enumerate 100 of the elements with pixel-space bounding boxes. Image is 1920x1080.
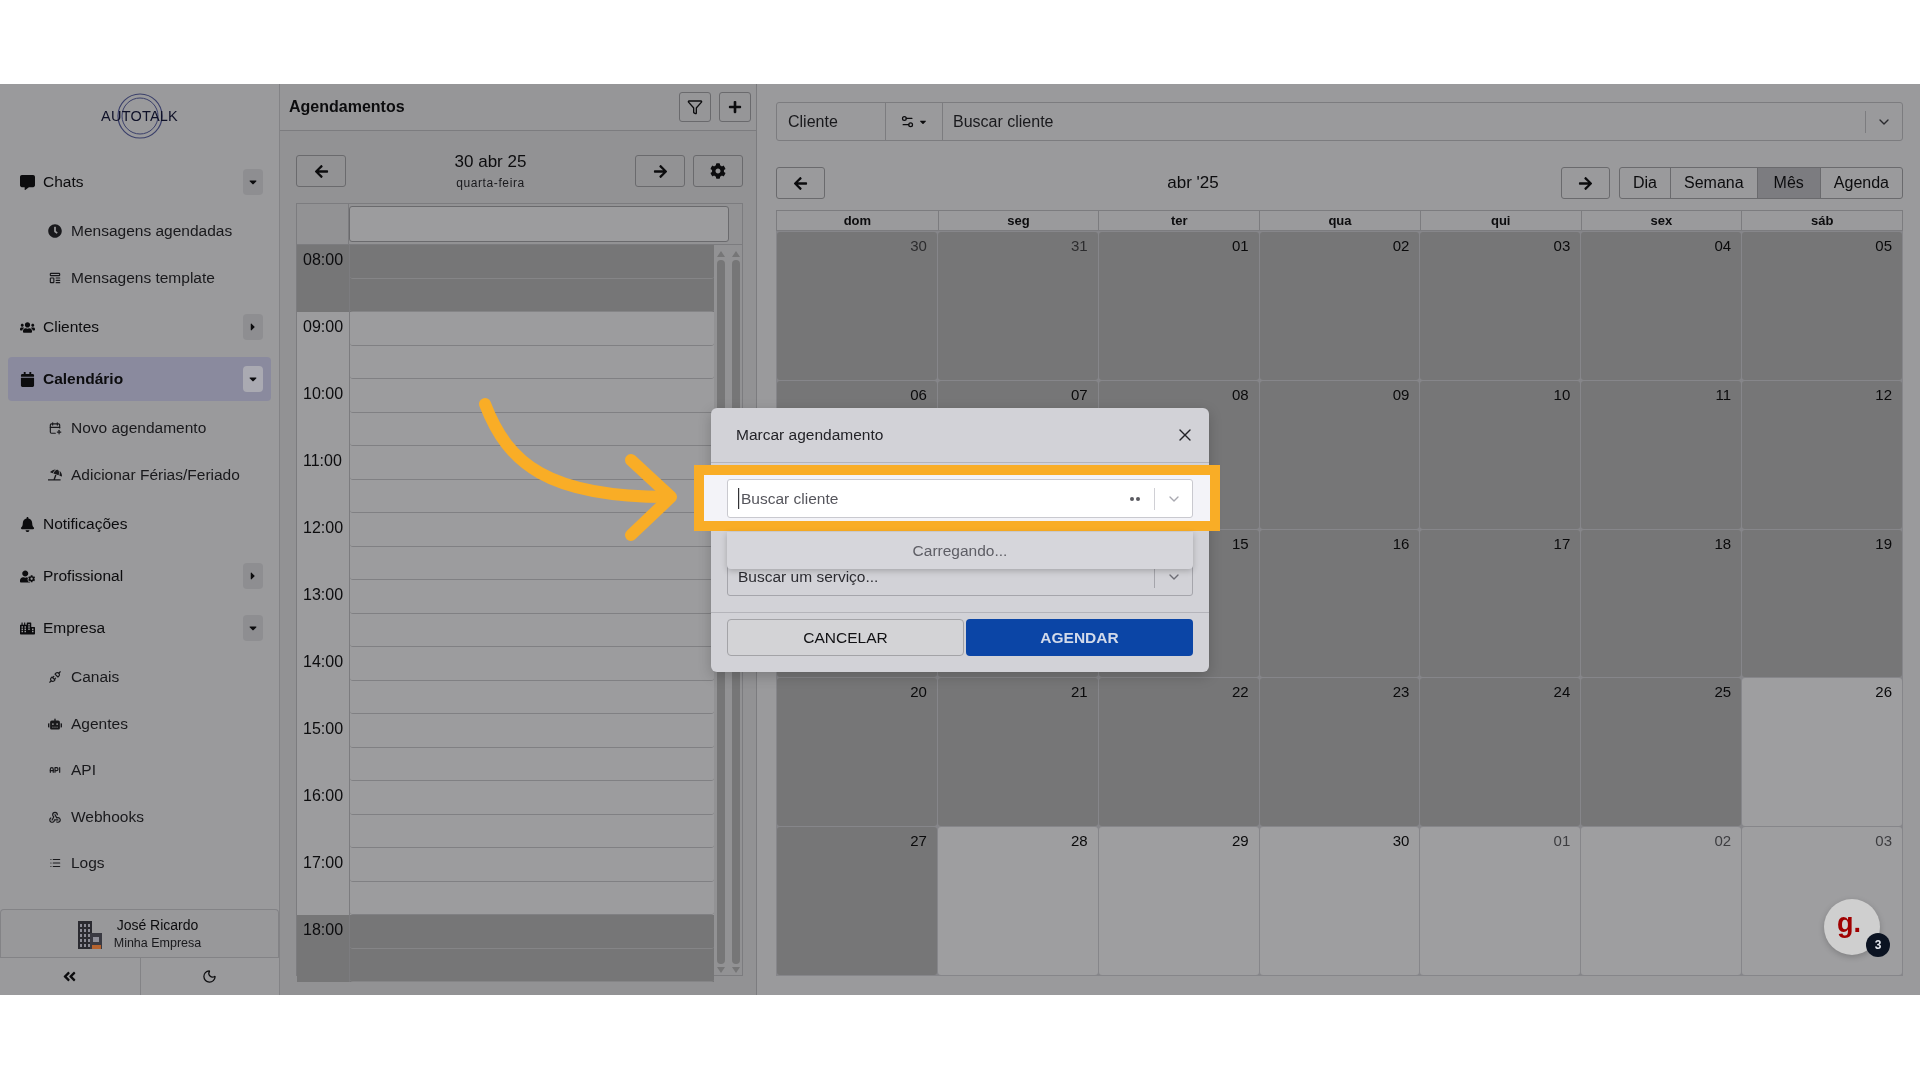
dialog-title: Marcar agendamento [736,426,884,444]
nav-item[interactable]: Clientes [8,305,271,349]
day-number: 03 [1875,832,1892,850]
day-cell[interactable]: 02 [1581,827,1742,975]
nav-subitem[interactable]: Adicionar Férias/Feriado [8,451,271,498]
previous-month-button[interactable] [776,167,825,199]
weekday-header: ter [1098,211,1260,230]
nav-item[interactable]: Empresa [8,606,271,650]
nav-subitem[interactable]: Agentes [8,700,271,747]
filter-icon [687,99,703,115]
submit-button[interactable]: AGENDAR [966,619,1193,656]
day-number: 18 [1714,534,1732,552]
day-number: 15 [1231,534,1249,552]
user-name: José Ricardo [116,917,199,933]
nav-subitem[interactable]: Canais [8,654,271,701]
day-number: 28 [1071,832,1088,850]
field-label: Cliente [777,103,886,140]
settings-icon [710,163,726,179]
view-tab[interactable]: Mês [1756,168,1820,198]
double-chevron-left-icon [62,969,78,984]
day-number: 05 [1875,237,1892,254]
arrow-right-icon [1578,175,1593,191]
nav-item[interactable]: Profissional [8,554,271,598]
expand-toggle-button[interactable] [243,615,263,641]
view-tab[interactable]: Agenda [1819,168,1902,198]
weekday-header: seg [937,211,1099,230]
day-number: 29 [1231,832,1249,850]
moon-icon [202,969,218,984]
calendar-icon [20,371,35,387]
day-cell[interactable]: 26 [1742,678,1902,827]
current-date: 30 abr 25 [454,152,527,172]
day-cell[interactable]: 28 [937,827,1098,975]
day-cell[interactable]: 01 [1420,827,1581,975]
chat-bubble-icon [20,174,35,190]
nav-subitem[interactable]: Logs [8,840,271,887]
day-number: 24 [1553,683,1571,701]
time-label: 10:00 [303,385,344,403]
cancel-button[interactable]: CANCELAR [727,619,964,656]
day-cell[interactable]: 29 [1098,827,1259,975]
bell-icon [20,516,35,532]
day-number: 25 [1714,683,1732,701]
sliders-icon [900,114,915,129]
building-icon [77,918,102,949]
day-number: 01 [1231,237,1249,254]
day-cell[interactable]: 30 [1259,827,1420,975]
nav-item[interactable]: Notificações [8,502,271,546]
day-number: 21 [1071,683,1088,701]
nav-subitem[interactable]: API [8,747,271,794]
day-number: 07 [1071,385,1088,403]
day-number: 08 [1231,385,1249,403]
user-gear-icon [20,568,35,584]
webhook-icon [48,809,62,824]
expand-toggle-button[interactable] [243,563,263,589]
day-number: 02 [1714,832,1732,850]
client-search-field[interactable]: Buscar cliente [727,479,1193,518]
expand-toggle-button[interactable] [243,314,263,340]
filter-button[interactable] [679,92,711,122]
logo-text: AUTOTALK [101,108,178,124]
plus-icon [728,100,742,114]
weekday-header: qua [1259,211,1420,230]
time-label: 13:00 [303,586,344,604]
weekday-label: quarta-feira [456,176,525,190]
nav-subitem[interactable]: Mensagens template [8,254,271,301]
time-label: 14:00 [303,653,344,671]
day-number: 31 [1071,237,1088,254]
day-number: 04 [1714,237,1732,254]
time-label: 17:00 [303,854,344,872]
day-number: 30 [1392,832,1410,850]
day-number: 10 [1553,385,1571,403]
expand-toggle-button[interactable] [243,366,263,392]
day-number: 02 [1392,237,1410,254]
nav-subitem[interactable]: Novo agendamento [8,405,271,452]
weekday-header: sex [1580,211,1742,230]
settings-button[interactable] [693,155,743,187]
user-card[interactable]: José Ricardo Minha Empresa [0,909,279,957]
nav-item[interactable]: Calendário [8,357,271,401]
nav-item[interactable]: Chats [8,160,271,204]
nav-subitem[interactable]: Webhooks [8,793,271,840]
nav-subitem[interactable]: Mensagens agendadas [8,208,271,255]
next-month-button[interactable] [1561,167,1610,199]
client-search-field[interactable]: Buscar cliente [943,103,1902,140]
day-number: 19 [1875,534,1892,552]
next-day-button[interactable] [635,155,685,187]
day-number: 26 [1875,683,1892,701]
day-number: 30 [910,237,927,254]
layout-icon [48,270,62,285]
time-label: 16:00 [303,787,344,805]
view-tab[interactable]: Dia [1620,168,1670,198]
previous-day-button[interactable] [296,155,346,187]
weekday-header: dom [842,212,873,230]
view-tab[interactable]: Semana [1670,168,1757,198]
beach-umbrella-icon [48,467,62,482]
all-day-slot[interactable] [349,206,729,242]
add-button[interactable] [719,92,751,122]
arrow-left-icon [313,163,329,179]
expand-toggle-button[interactable] [243,169,263,195]
day-number: 22 [1231,683,1249,701]
time-label: 08:00 [303,251,344,269]
time-label: 09:00 [303,318,344,336]
day-number: 17 [1553,534,1571,552]
